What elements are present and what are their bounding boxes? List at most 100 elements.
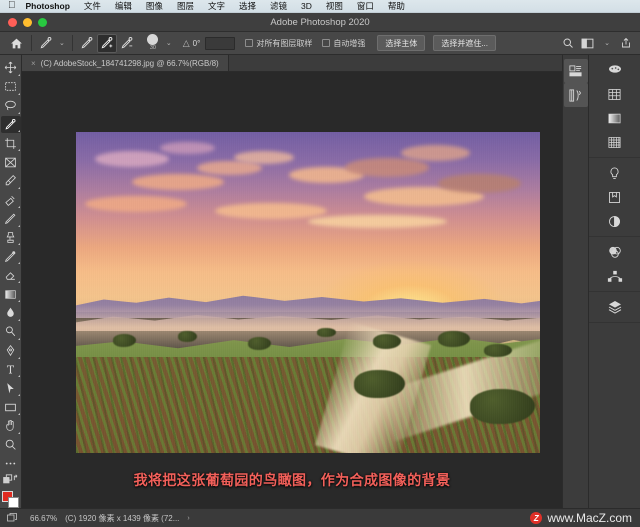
rectangular-marquee-tool[interactable] [1,78,21,96]
dock-group-channels [589,237,640,292]
select-and-mask-button[interactable]: 选择并遮住... [433,35,496,51]
menu-item-help[interactable]: 帮助 [381,0,412,13]
workspace-icon[interactable] [581,38,594,49]
menu-item-type[interactable]: 文字 [201,0,232,13]
selection-mode-subtract[interactable] [117,34,137,53]
share-icon[interactable] [620,37,632,49]
workspace-chevron-down-icon[interactable]: ⌄ [601,39,613,47]
paths-panel-icon[interactable] [603,264,627,288]
flyout-indicator [17,413,20,416]
patterns-panel-icon[interactable] [603,130,627,154]
checkbox-box[interactable] [245,39,254,47]
menu-item-view[interactable]: 视图 [319,0,350,13]
type-tool[interactable]: T [1,361,21,379]
menu-item-select[interactable]: 选择 [232,0,263,13]
zoom-tool[interactable] [1,436,21,454]
select-subject-button[interactable]: 选择主体 [377,35,426,51]
dodge-tool[interactable] [1,323,21,341]
selection-mode-add[interactable] [96,33,117,53]
flyout-indicator [17,205,20,208]
zoom-level-value[interactable]: 66.67% [30,514,57,523]
document-image[interactable] [76,132,540,453]
eyedropper-tool[interactable] [1,172,21,190]
menu-item-image[interactable]: 图像 [139,0,170,13]
rectangle-tool[interactable] [1,398,21,416]
brush-tool[interactable] [1,210,21,228]
flyout-indicator [17,111,20,114]
menu-item-file[interactable]: 文件 [77,0,108,13]
edit-toolbar-button[interactable] [1,455,21,473]
gradient-tool[interactable] [1,285,21,303]
color-mode-row[interactable] [1,474,21,487]
flyout-indicator [17,281,20,284]
zoom-window-button[interactable] [38,17,47,27]
color-panel-icon[interactable] [603,58,627,82]
flyout-indicator [17,243,20,246]
auto-enhance-checkbox[interactable]: 自动增强 [322,38,365,49]
selection-mode-new[interactable] [77,34,97,53]
divider [31,35,32,51]
menu-item-photoshop[interactable]: Photoshop [26,0,77,13]
screen-mode-icon[interactable] [6,512,18,524]
frame-tool[interactable] [1,153,21,171]
search-icon[interactable] [562,37,574,49]
path-selection-tool[interactable] [1,379,21,397]
canvas-area[interactable]: 我将把这张葡萄园的鸟瞰图，作为合成图像的背景 [22,72,562,508]
status-bar: 66.67% (C) 1920 像素 x 1439 像素 (72... › Z … [0,508,640,527]
flyout-indicator [17,149,20,152]
minimize-window-button[interactable] [23,17,32,27]
histogram-panel-icon[interactable] [563,59,588,83]
gradients-panel-icon[interactable] [603,106,627,130]
move-tool[interactable] [1,59,21,77]
layers-panel-icon[interactable] [603,295,627,319]
menu-item-3d[interactable]: 3D [294,0,319,13]
document-tab[interactable]: × (C) AdobeStock_184741298.jpg @ 66.7%(R… [22,55,229,71]
blur-tool[interactable] [1,304,21,322]
window-title-bar: Adobe Photoshop 2020 [0,13,640,32]
channels-panel-icon[interactable] [603,240,627,264]
menu-item-layer[interactable]: 图层 [170,0,201,13]
flyout-indicator [17,394,20,397]
brush-size-preview[interactable]: 30 [143,34,163,52]
clone-stamp-tool[interactable] [1,229,21,247]
spot-healing-brush-tool[interactable] [1,191,21,209]
color-swatches[interactable] [1,490,21,509]
close-window-button[interactable] [8,17,17,27]
chevron-down-icon[interactable]: ⌄ [56,39,68,47]
tool-preset-picker[interactable] [36,34,56,53]
dock-column-left [563,55,589,508]
history-brush-tool[interactable] [1,247,21,265]
eraser-tool[interactable] [1,266,21,284]
hand-tool[interactable] [1,417,21,435]
menu-item-edit[interactable]: 编辑 [108,0,139,13]
libraries-panel-icon[interactable] [603,185,627,209]
adjustments-bulb-icon[interactable] [603,161,627,185]
brush-angle-control[interactable]: △ 0° [183,36,236,50]
angle-input[interactable] [205,36,236,50]
checkbox-box[interactable] [322,39,331,47]
document-info: (C) 1920 像素 x 1439 像素 (72... [65,513,180,523]
pen-tool[interactable] [1,342,21,360]
menu-item-window[interactable]: 窗口 [350,0,381,13]
close-icon[interactable]: × [31,59,36,68]
crop-tool[interactable] [1,134,21,152]
sample-all-layers-checkbox[interactable]: 对所有图层取样 [245,38,312,49]
flyout-indicator [17,431,20,434]
home-icon[interactable] [5,33,27,54]
menu-item-filter[interactable]: 滤镜 [263,0,294,13]
flyout-indicator [17,92,20,95]
dock-column-right [589,55,640,508]
dock-group-color [589,55,640,158]
brush-chevron-down-icon[interactable]: ⌄ [163,39,175,47]
background-color-swatch[interactable] [7,497,19,509]
quick-selection-tool[interactable] [0,115,21,134]
flyout-indicator [17,337,20,340]
tutorial-caption: 我将把这张葡萄园的鸟瞰图，作为合成图像的背景 [133,472,451,488]
apple-logo-icon[interactable]:  [8,1,16,11]
expand-info-icon[interactable]: › [187,515,189,522]
adjustments-panel-icon[interactable] [563,83,588,107]
lasso-tool[interactable] [1,97,21,115]
auto-enhance-label: 自动增强 [333,38,366,48]
swatches-panel-icon[interactable] [603,82,627,106]
styles-panel-icon[interactable] [603,209,627,233]
